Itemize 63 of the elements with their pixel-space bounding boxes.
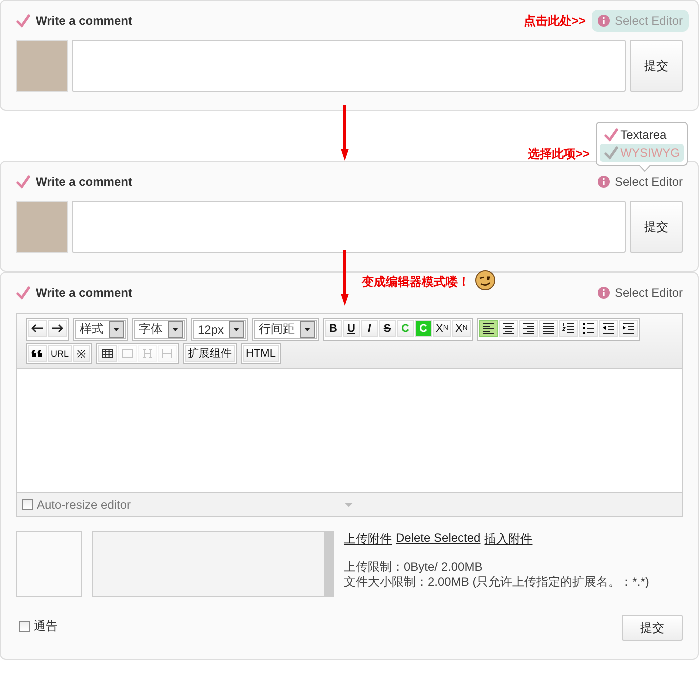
resize-handle-icon[interactable]: [344, 501, 354, 507]
bullet-list-icon[interactable]: [582, 322, 595, 335]
redo-icon[interactable]: [51, 322, 64, 335]
indent-icon[interactable]: [622, 322, 635, 335]
info-icon: [598, 15, 610, 27]
info-icon: [598, 287, 610, 299]
check-icon: [16, 14, 30, 28]
submit-button[interactable]: 提交: [630, 201, 683, 253]
menu-item[interactable]: Textarea: [600, 126, 684, 144]
checkbox-label: Auto-resize editor: [37, 498, 132, 512]
align-center-icon[interactable]: [502, 322, 515, 335]
toolbar-button[interactable]: B: [325, 320, 342, 337]
down-arrow-icon: [341, 250, 349, 306]
down-arrow-icon: [341, 105, 349, 161]
winking-face-icon: [475, 270, 496, 291]
submit-button[interactable]: 提交: [622, 615, 683, 641]
upload-info-text: 文件大小限制：2.00MB (只允许上传指定的扩展名。：*.*): [344, 575, 650, 590]
upload-link[interactable]: 上传附件: [344, 531, 392, 548]
panel-title: Write a comment: [36, 175, 132, 189]
toolbar-button[interactable]: X$^{N}$: [433, 320, 452, 337]
attachment-preview: [16, 531, 82, 597]
toolbar-button[interactable]: S: [379, 320, 396, 337]
align-right-icon[interactable]: [522, 322, 535, 335]
checkbox[interactable]: [19, 621, 30, 632]
dropdown[interactable]: 样式: [75, 320, 126, 339]
check-icon: [16, 286, 30, 300]
check-icon: [16, 175, 30, 189]
quote-icon[interactable]: [31, 347, 44, 360]
photo-placeholder: [16, 40, 68, 92]
submit-button[interactable]: 提交: [630, 40, 683, 92]
toolbar-button[interactable]: URL: [48, 345, 72, 362]
numbered-list-icon[interactable]: [562, 322, 575, 335]
dropdown[interactable]: 行间距: [254, 320, 318, 339]
toolbar-button[interactable]: ※: [73, 345, 90, 362]
annotation-text: 选择此项>>: [528, 146, 590, 163]
comment-field[interactable]: [72, 40, 626, 92]
toolbar-button[interactable]: HTML: [243, 345, 279, 362]
outdent-icon[interactable]: [602, 322, 615, 335]
comment-field[interactable]: [72, 201, 626, 253]
check-icon: [604, 146, 618, 160]
upload-link[interactable]: Delete Selected: [396, 531, 481, 548]
dropdown[interactable]: 字体: [134, 320, 185, 339]
panel-title: Write a comment: [36, 14, 132, 28]
undo-icon[interactable]: [31, 322, 44, 335]
select-editor-button[interactable]: Select Editor: [592, 171, 689, 193]
panel-title: Write a comment: [36, 286, 132, 300]
checkbox-label: 通告: [34, 618, 58, 635]
select-editor-button[interactable]: Select Editor: [592, 282, 689, 304]
align-left-icon[interactable]: [482, 322, 495, 335]
checkbox[interactable]: [22, 499, 33, 510]
toolbar-button[interactable]: U: [343, 320, 360, 337]
annotation-text: 变成编辑器模式喽！: [362, 274, 470, 291]
annotation-text: 点击此处>>: [524, 12, 586, 30]
toolbar-button[interactable]: 扩展组件: [185, 345, 236, 362]
info-icon: [598, 176, 610, 188]
toolbar-button[interactable]: I: [361, 320, 378, 337]
check-icon: [604, 128, 618, 142]
justify-icon[interactable]: [542, 322, 555, 335]
table-icon[interactable]: [101, 347, 114, 360]
photo-placeholder: [16, 201, 68, 253]
upload-info-text: 上传限制：0Byte/ 2.00MB: [344, 560, 484, 575]
dropdown[interactable]: 12px: [193, 320, 246, 339]
upload-link[interactable]: 插入附件: [484, 531, 533, 548]
